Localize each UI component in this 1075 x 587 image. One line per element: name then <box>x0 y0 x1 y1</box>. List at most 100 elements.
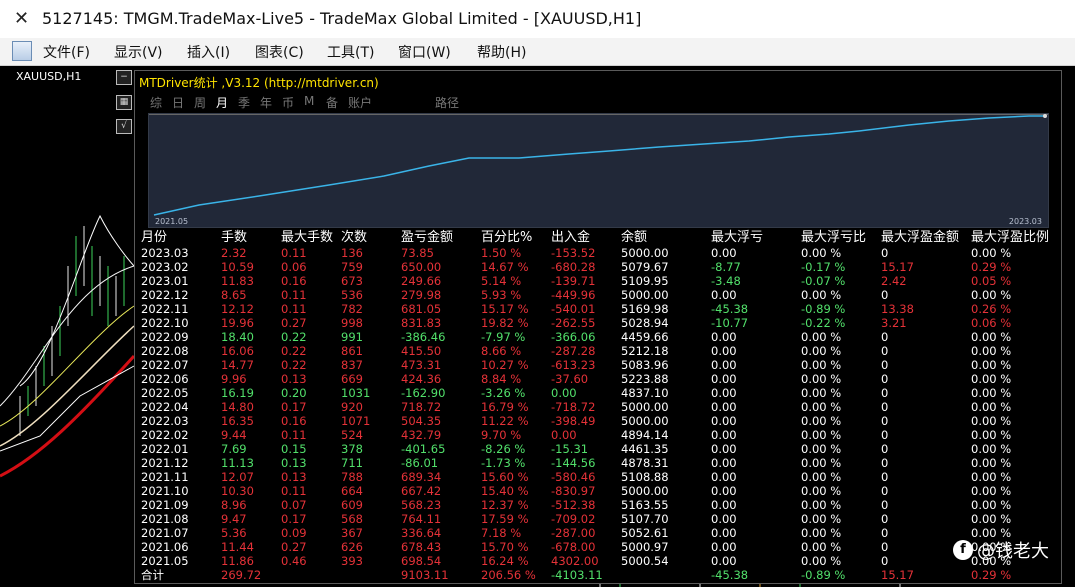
cell-lots: 12.07 <box>221 470 254 484</box>
cell-month: 2022.12 <box>141 288 189 302</box>
cell-max-lots: 0.20 <box>281 386 307 400</box>
cell-lots: 16.06 <box>221 344 254 358</box>
cell-max-float-loss-ratio: 0.00 % <box>801 372 842 386</box>
menu-window[interactable]: 窗口(W) <box>398 42 451 62</box>
tab-day[interactable]: 日 <box>172 94 184 111</box>
cell-max-float-loss: 0.00 <box>711 428 737 442</box>
table-row[interactable]: 2021.05 11.86 0.46 393 698.54 16.24 % 4302.00 5… <box>141 554 1051 568</box>
table-row[interactable]: 2022.08 16.06 0.22 861 415.50 8.66 % -287.28 52… <box>141 344 1051 358</box>
table-row[interactable]: 2023.01 11.83 0.16 673 249.66 5.14 % -139.71 51… <box>141 274 1051 288</box>
chart-symbol-label: XAUUSD,H1 <box>16 70 82 83</box>
col-header-count[interactable]: 次数 <box>341 229 401 246</box>
table-row[interactable]: 2022.09 18.40 0.22 991 -386.46 -7.97 % -366.06… <box>141 330 1051 344</box>
cell-percent: 15.60 % <box>481 470 529 484</box>
cell-max-lots: 0.11 <box>281 302 307 316</box>
tab-month[interactable]: 月 <box>216 94 228 111</box>
cell-max-float-profit-ratio: 0.00 % <box>971 330 1012 344</box>
col-header-max-float-profit-ratio[interactable]: 最大浮盈比例 <box>971 229 1051 246</box>
tab-week[interactable]: 周 <box>194 94 206 111</box>
cell-lots: 9.47 <box>221 512 247 526</box>
tab-summary[interactable]: 综 <box>150 94 162 111</box>
cell-count: 378 <box>341 442 363 456</box>
col-header-max-lots[interactable]: 最大手数 <box>281 229 341 246</box>
cell-max-float-profit-ratio: 0.00 % <box>971 358 1012 372</box>
table-row[interactable]: 2022.03 16.35 0.16 1071 504.35 11.22 % -398.49… <box>141 414 1051 428</box>
menu-view[interactable]: 显示(V) <box>114 42 163 62</box>
table-row[interactable]: 2021.08 9.47 0.17 568 764.11 17.59 % -709.02 51… <box>141 512 1051 526</box>
cell-max-lots: 0.27 <box>281 316 307 330</box>
cell-balance: 5000.00 <box>621 288 669 302</box>
table-row[interactable]: 2021.06 11.44 0.27 626 678.43 15.70 % -678.00 5… <box>141 540 1051 554</box>
cell-month: 2023.03 <box>141 246 189 260</box>
menu-charts[interactable]: 图表(C) <box>255 42 304 62</box>
cell-count: 673 <box>341 274 363 288</box>
grid-toggle-icon[interactable]: ▦ <box>116 95 132 110</box>
cell-month: 2022.04 <box>141 400 189 414</box>
table-row[interactable]: 2022.07 14.77 0.22 837 473.31 10.27 % -613.23 5… <box>141 358 1051 372</box>
cell-max-float-profit: 0 <box>881 428 889 442</box>
table-row[interactable]: 2021.07 5.36 0.09 367 336.64 7.18 % -287.00 505… <box>141 526 1051 540</box>
table-row[interactable]: 2022.11 12.12 0.11 782 681.05 15.17 % -540.01 5… <box>141 302 1051 316</box>
cell-lots: 9.44 <box>221 428 247 442</box>
col-header-month[interactable]: 月份 <box>141 229 221 246</box>
col-header-max-float-loss-ratio[interactable]: 最大浮亏比 <box>801 229 881 246</box>
table-row[interactable]: 2022.05 16.19 0.20 1031 -162.90 -3.26 % 0.00 48… <box>141 386 1051 400</box>
menu-tools[interactable]: 工具(T) <box>327 42 374 62</box>
menu-file[interactable]: 文件(F) <box>43 42 90 62</box>
minimize-panel-button[interactable]: − <box>116 70 132 85</box>
cell-deposit: -287.00 <box>551 526 596 540</box>
table-row[interactable]: 2021.11 12.07 0.13 788 689.34 15.60 % -580.46 5… <box>141 470 1051 484</box>
cell-month: 2022.01 <box>141 442 189 456</box>
col-header-percent[interactable]: 百分比% <box>481 229 551 246</box>
table-row[interactable]: 2023.03 2.32 0.11 136 73.85 1.50 % -153.52 5000… <box>141 246 1051 260</box>
cell-deposit: -144.56 <box>551 456 596 470</box>
cell-count: 393 <box>341 554 363 568</box>
col-header-lots[interactable]: 手数 <box>221 229 281 246</box>
tab-year[interactable]: 年 <box>260 94 272 111</box>
cell-max-lots: 0.16 <box>281 274 307 288</box>
table-row[interactable]: 2022.06 9.96 0.13 669 424.36 8.84 % -37.60 5223… <box>141 372 1051 386</box>
table-row[interactable]: 2023.02 10.59 0.06 759 650.00 14.67 % -680.28 5… <box>141 260 1051 274</box>
tab-account[interactable]: 账户 <box>348 94 372 111</box>
cell-max-float-loss-ratio: -0.22 % <box>801 316 846 330</box>
table-row[interactable]: 2022.04 14.80 0.17 920 718.72 16.79 % -718.72 5… <box>141 400 1051 414</box>
col-header-max-float-profit[interactable]: 最大浮盈金额 <box>881 229 971 246</box>
cell-max-float-loss: 0.00 <box>711 470 737 484</box>
table-row[interactable]: 2021.09 8.96 0.07 609 568.23 12.37 % -512.38 51… <box>141 498 1051 512</box>
menu-insert[interactable]: 插入(I) <box>187 42 230 62</box>
cell-max-float-loss-ratio: 0.00 % <box>801 554 842 568</box>
cell-max-float-profit-ratio: 0.00 % <box>971 470 1012 484</box>
cell-percent: 8.84 % <box>481 372 522 386</box>
col-header-deposit[interactable]: 出入金 <box>551 229 621 246</box>
table-row[interactable]: 2022.02 9.44 0.11 524 432.79 9.70 % 0.00 4894.1… <box>141 428 1051 442</box>
col-header-balance[interactable]: 余额 <box>621 229 711 246</box>
tab-m[interactable]: M <box>304 94 314 108</box>
menu-help[interactable]: 帮助(H) <box>477 42 526 62</box>
cell-lots: 11.13 <box>221 456 254 470</box>
cell-month: 2023.01 <box>141 274 189 288</box>
watermark-text: @钱老大 <box>977 541 1049 562</box>
tab-quarter[interactable]: 季 <box>238 94 250 111</box>
document-icon[interactable] <box>12 41 32 61</box>
cell-deposit: 0.00 <box>551 386 577 400</box>
cell-pnl: 473.31 <box>401 358 442 372</box>
table-row[interactable]: 2022.12 8.65 0.11 536 279.98 5.93 % -449.96 500… <box>141 288 1051 302</box>
tab-path[interactable]: 路径 <box>435 94 459 111</box>
col-header-max-float-loss[interactable]: 最大浮亏 <box>711 229 801 246</box>
cell-balance: 5083.96 <box>621 358 669 372</box>
tab-currency[interactable]: 币 <box>282 94 294 111</box>
cell-max-float-profit-ratio: 0.00 % <box>971 498 1012 512</box>
col-header-pnl[interactable]: 盈亏金额 <box>401 229 481 246</box>
cell-balance: 5028.94 <box>621 316 669 330</box>
cell-max-float-loss-ratio: 0.00 % <box>801 442 842 456</box>
tab-notes[interactable]: 备 <box>326 94 338 111</box>
table-row[interactable]: 2021.12 11.13 0.13 711 -86.01 -1.73 % -144.56 4… <box>141 456 1051 470</box>
table-row[interactable]: 2022.10 19.96 0.27 998 831.83 19.82 % -262.55 5… <box>141 316 1051 330</box>
table-row[interactable]: 2022.01 7.69 0.15 378 -401.65 -8.26 % -15.31 44… <box>141 442 1051 456</box>
check-icon[interactable]: √ <box>116 119 132 134</box>
table-row[interactable]: 2021.10 10.30 0.11 664 667.42 15.40 % -830.97 5… <box>141 484 1051 498</box>
cell-max-float-loss-ratio: 0.00 % <box>801 456 842 470</box>
cell-percent: 12.37 % <box>481 498 529 512</box>
cell-max-float-profit-ratio: 0.00 % <box>971 512 1012 526</box>
title-bar: ✕ 5127145: TMGM.TradeMax-Live5 - TradeMa… <box>0 0 1075 38</box>
